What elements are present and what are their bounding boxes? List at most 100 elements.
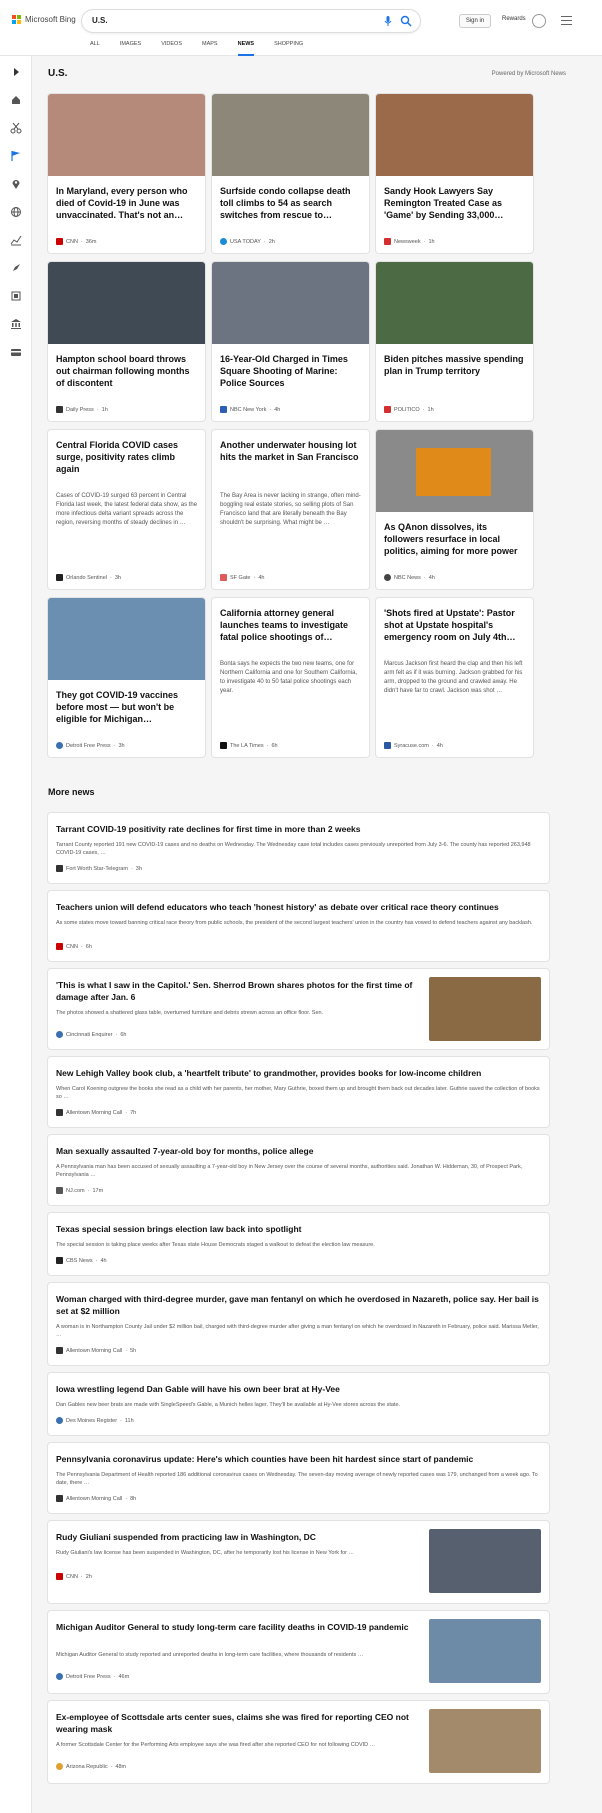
expand-icon[interactable] (10, 66, 22, 78)
news-item-snippet: When Carol Koening outgrew the books she… (56, 1086, 540, 1100)
news-source: Cincinnati Enquirer · 6h (56, 1031, 126, 1038)
news-card[interactable]: Another underwater housing lot hits the … (212, 430, 369, 589)
news-list-item[interactable]: Pennsylvania coronavirus update: Here's … (48, 1443, 549, 1513)
bing-logo[interactable]: Microsoft Bing (12, 15, 76, 24)
news-list-item[interactable]: Ex-employee of Scottsdale arts center su… (48, 1701, 549, 1783)
news-item-title[interactable]: Woman charged with third-degree murder, … (56, 1293, 541, 1317)
film-icon[interactable] (10, 290, 22, 302)
news-thumbnail[interactable] (429, 1529, 541, 1593)
news-card-snippet: The Bay Area is never lacking in strange… (220, 493, 361, 526)
news-list-item[interactable]: Texas special session brings election la… (48, 1213, 549, 1275)
rocket-icon[interactable] (10, 262, 22, 274)
news-image[interactable] (376, 94, 533, 176)
news-image[interactable] (48, 262, 205, 344)
scissors-icon[interactable] (10, 122, 22, 134)
news-item-title[interactable]: Man sexually assaulted 7-year-old boy fo… (56, 1145, 541, 1157)
bank-icon[interactable] (10, 318, 22, 330)
news-card[interactable]: 16-Year-Old Charged in Times Square Shoo… (212, 262, 369, 421)
rewards-medal-icon[interactable] (532, 14, 546, 28)
news-list-item[interactable]: New Lehigh Valley book club, a 'heartfel… (48, 1057, 549, 1127)
news-card-title[interactable]: 'Shots fired at Upstate': Pastor shot at… (384, 607, 524, 643)
sign-in-button[interactable]: Sign in (459, 14, 491, 28)
news-image[interactable] (48, 598, 205, 680)
news-image[interactable] (212, 94, 369, 176)
search-box[interactable]: U.S. (82, 10, 420, 32)
news-card-title[interactable]: 16-Year-Old Charged in Times Square Shoo… (220, 353, 360, 389)
news-source: NBC News · 4h (384, 574, 435, 581)
news-card[interactable]: Surfside condo collapse death toll climb… (212, 94, 369, 253)
globe-icon[interactable] (10, 206, 22, 218)
news-item-title[interactable]: Ex-employee of Scottsdale arts center su… (56, 1711, 416, 1735)
news-card-title[interactable]: As QAnon dissolves, its followers resurf… (384, 521, 524, 557)
news-card-title[interactable]: Biden pitches massive spending plan in T… (384, 353, 524, 377)
news-card[interactable]: Biden pitches massive spending plan in T… (376, 262, 533, 421)
news-card[interactable]: California attorney general launches tea… (212, 598, 369, 757)
news-image[interactable] (376, 430, 533, 512)
news-list-item[interactable]: Woman charged with third-degree murder, … (48, 1283, 549, 1365)
news-source: Allentown Morning Call · 7h (56, 1109, 136, 1116)
news-list-item[interactable]: Rudy Giuliani suspended from practicing … (48, 1521, 549, 1603)
news-item-title[interactable]: Texas special session brings election la… (56, 1223, 541, 1235)
news-list-item[interactable]: Iowa wrestling legend Dan Gable will hav… (48, 1373, 549, 1435)
source-logo-icon (384, 742, 391, 749)
news-list-item[interactable]: Tarrant COVID-19 positivity rate decline… (48, 813, 549, 883)
news-item-title[interactable]: Michigan Auditor General to study long-t… (56, 1621, 416, 1633)
news-card-title[interactable]: California attorney general launches tea… (220, 607, 360, 643)
tab-images[interactable]: IMAGES (120, 40, 141, 56)
news-card-title[interactable]: Surfside condo collapse death toll climb… (220, 185, 360, 221)
news-item-snippet: Dan Gables new beer brats are made with … (56, 1402, 401, 1408)
news-card-title[interactable]: Another underwater housing lot hits the … (220, 439, 360, 463)
news-item-title[interactable]: Iowa wrestling legend Dan Gable will hav… (56, 1383, 541, 1395)
news-item-title[interactable]: Teachers union will defend educators who… (56, 901, 541, 913)
chart-icon[interactable] (10, 234, 22, 246)
rewards-link[interactable]: Rewards (502, 16, 526, 22)
news-card-title[interactable]: They got COVID-19 vaccines before most —… (56, 689, 196, 725)
tab-maps[interactable]: MAPS (202, 40, 218, 56)
news-source: CBS News · 4h (56, 1257, 107, 1264)
news-list-item[interactable]: Teachers union will defend educators who… (48, 891, 549, 961)
news-thumbnail[interactable] (429, 1619, 541, 1683)
card-icon[interactable] (10, 346, 22, 358)
news-item-title[interactable]: New Lehigh Valley book club, a 'heartfel… (56, 1067, 541, 1079)
source-logo-icon (56, 742, 63, 749)
news-card-title[interactable]: Hampton school board throws out chairman… (56, 353, 196, 389)
news-image[interactable] (376, 262, 533, 344)
microphone-icon[interactable] (382, 15, 394, 27)
news-card[interactable]: Central Florida COVID cases surge, posit… (48, 430, 205, 589)
news-card[interactable]: They got COVID-19 vaccines before most —… (48, 598, 205, 757)
location-icon[interactable] (10, 178, 22, 190)
search-icon[interactable] (400, 15, 412, 27)
news-item-title[interactable]: Rudy Giuliani suspended from practicing … (56, 1531, 416, 1543)
news-image[interactable] (212, 262, 369, 344)
source-logo-icon (220, 406, 227, 413)
search-input[interactable]: U.S. (92, 16, 108, 25)
news-card[interactable]: In Maryland, every person who died of Co… (48, 94, 205, 253)
tab-videos[interactable]: VIDEOS (161, 40, 182, 56)
news-image[interactable] (48, 94, 205, 176)
news-thumbnail[interactable] (429, 1709, 541, 1773)
news-card-title[interactable]: In Maryland, every person who died of Co… (56, 185, 196, 221)
home-icon[interactable] (10, 94, 22, 106)
news-card[interactable]: Sandy Hook Lawyers Say Remington Treated… (376, 94, 533, 253)
news-thumbnail[interactable] (429, 977, 541, 1041)
menu-icon[interactable] (561, 16, 572, 25)
microsoft-logo-icon (12, 15, 21, 24)
flag-icon[interactable] (10, 150, 22, 162)
news-card[interactable]: 'Shots fired at Upstate': Pastor shot at… (376, 598, 533, 757)
news-item-title[interactable]: 'This is what I saw in the Capitol.' Sen… (56, 979, 416, 1003)
news-card-title[interactable]: Sandy Hook Lawyers Say Remington Treated… (384, 185, 524, 221)
tab-news[interactable]: NEWS (237, 40, 255, 56)
news-card[interactable]: Hampton school board throws out chairman… (48, 262, 205, 421)
news-item-snippet: Tarrant County reported 191 new COVID-19… (56, 842, 531, 856)
news-list-item[interactable]: Man sexually assaulted 7-year-old boy fo… (48, 1135, 549, 1205)
source-logo-icon (384, 238, 391, 245)
news-item-title[interactable]: Pennsylvania coronavirus update: Here's … (56, 1453, 541, 1465)
tab-shopping[interactable]: SHOPPING (274, 40, 303, 56)
news-list-item[interactable]: Michigan Auditor General to study long-t… (48, 1611, 549, 1693)
news-item-title[interactable]: Tarrant COVID-19 positivity rate decline… (56, 823, 541, 835)
news-card[interactable]: As QAnon dissolves, its followers resurf… (376, 430, 533, 589)
news-item-snippet: Rudy Giuliani's law license has been sus… (56, 1550, 354, 1556)
news-card-title[interactable]: Central Florida COVID cases surge, posit… (56, 439, 196, 475)
news-list-item[interactable]: 'This is what I saw in the Capitol.' Sen… (48, 969, 549, 1049)
tab-all[interactable]: ALL (90, 40, 100, 56)
